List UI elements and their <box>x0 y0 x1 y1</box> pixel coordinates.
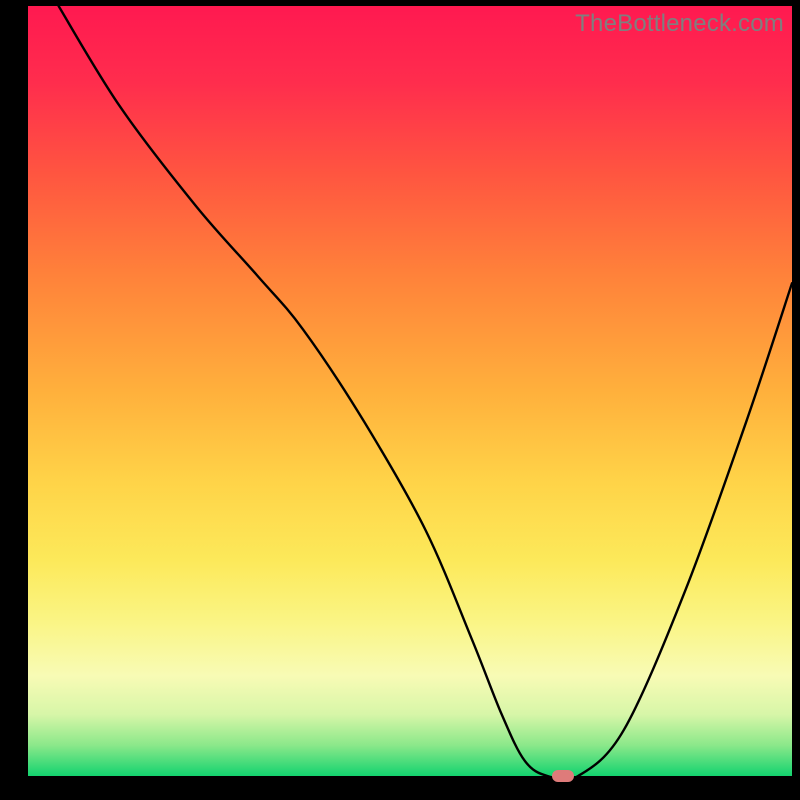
bottleneck-curve-svg <box>28 6 792 776</box>
chart-plot-area: TheBottleneck.com <box>28 6 792 776</box>
bottleneck-curve-path <box>59 6 792 776</box>
optimal-point-marker <box>552 770 574 782</box>
chart-stage: TheBottleneck.com <box>0 0 800 800</box>
